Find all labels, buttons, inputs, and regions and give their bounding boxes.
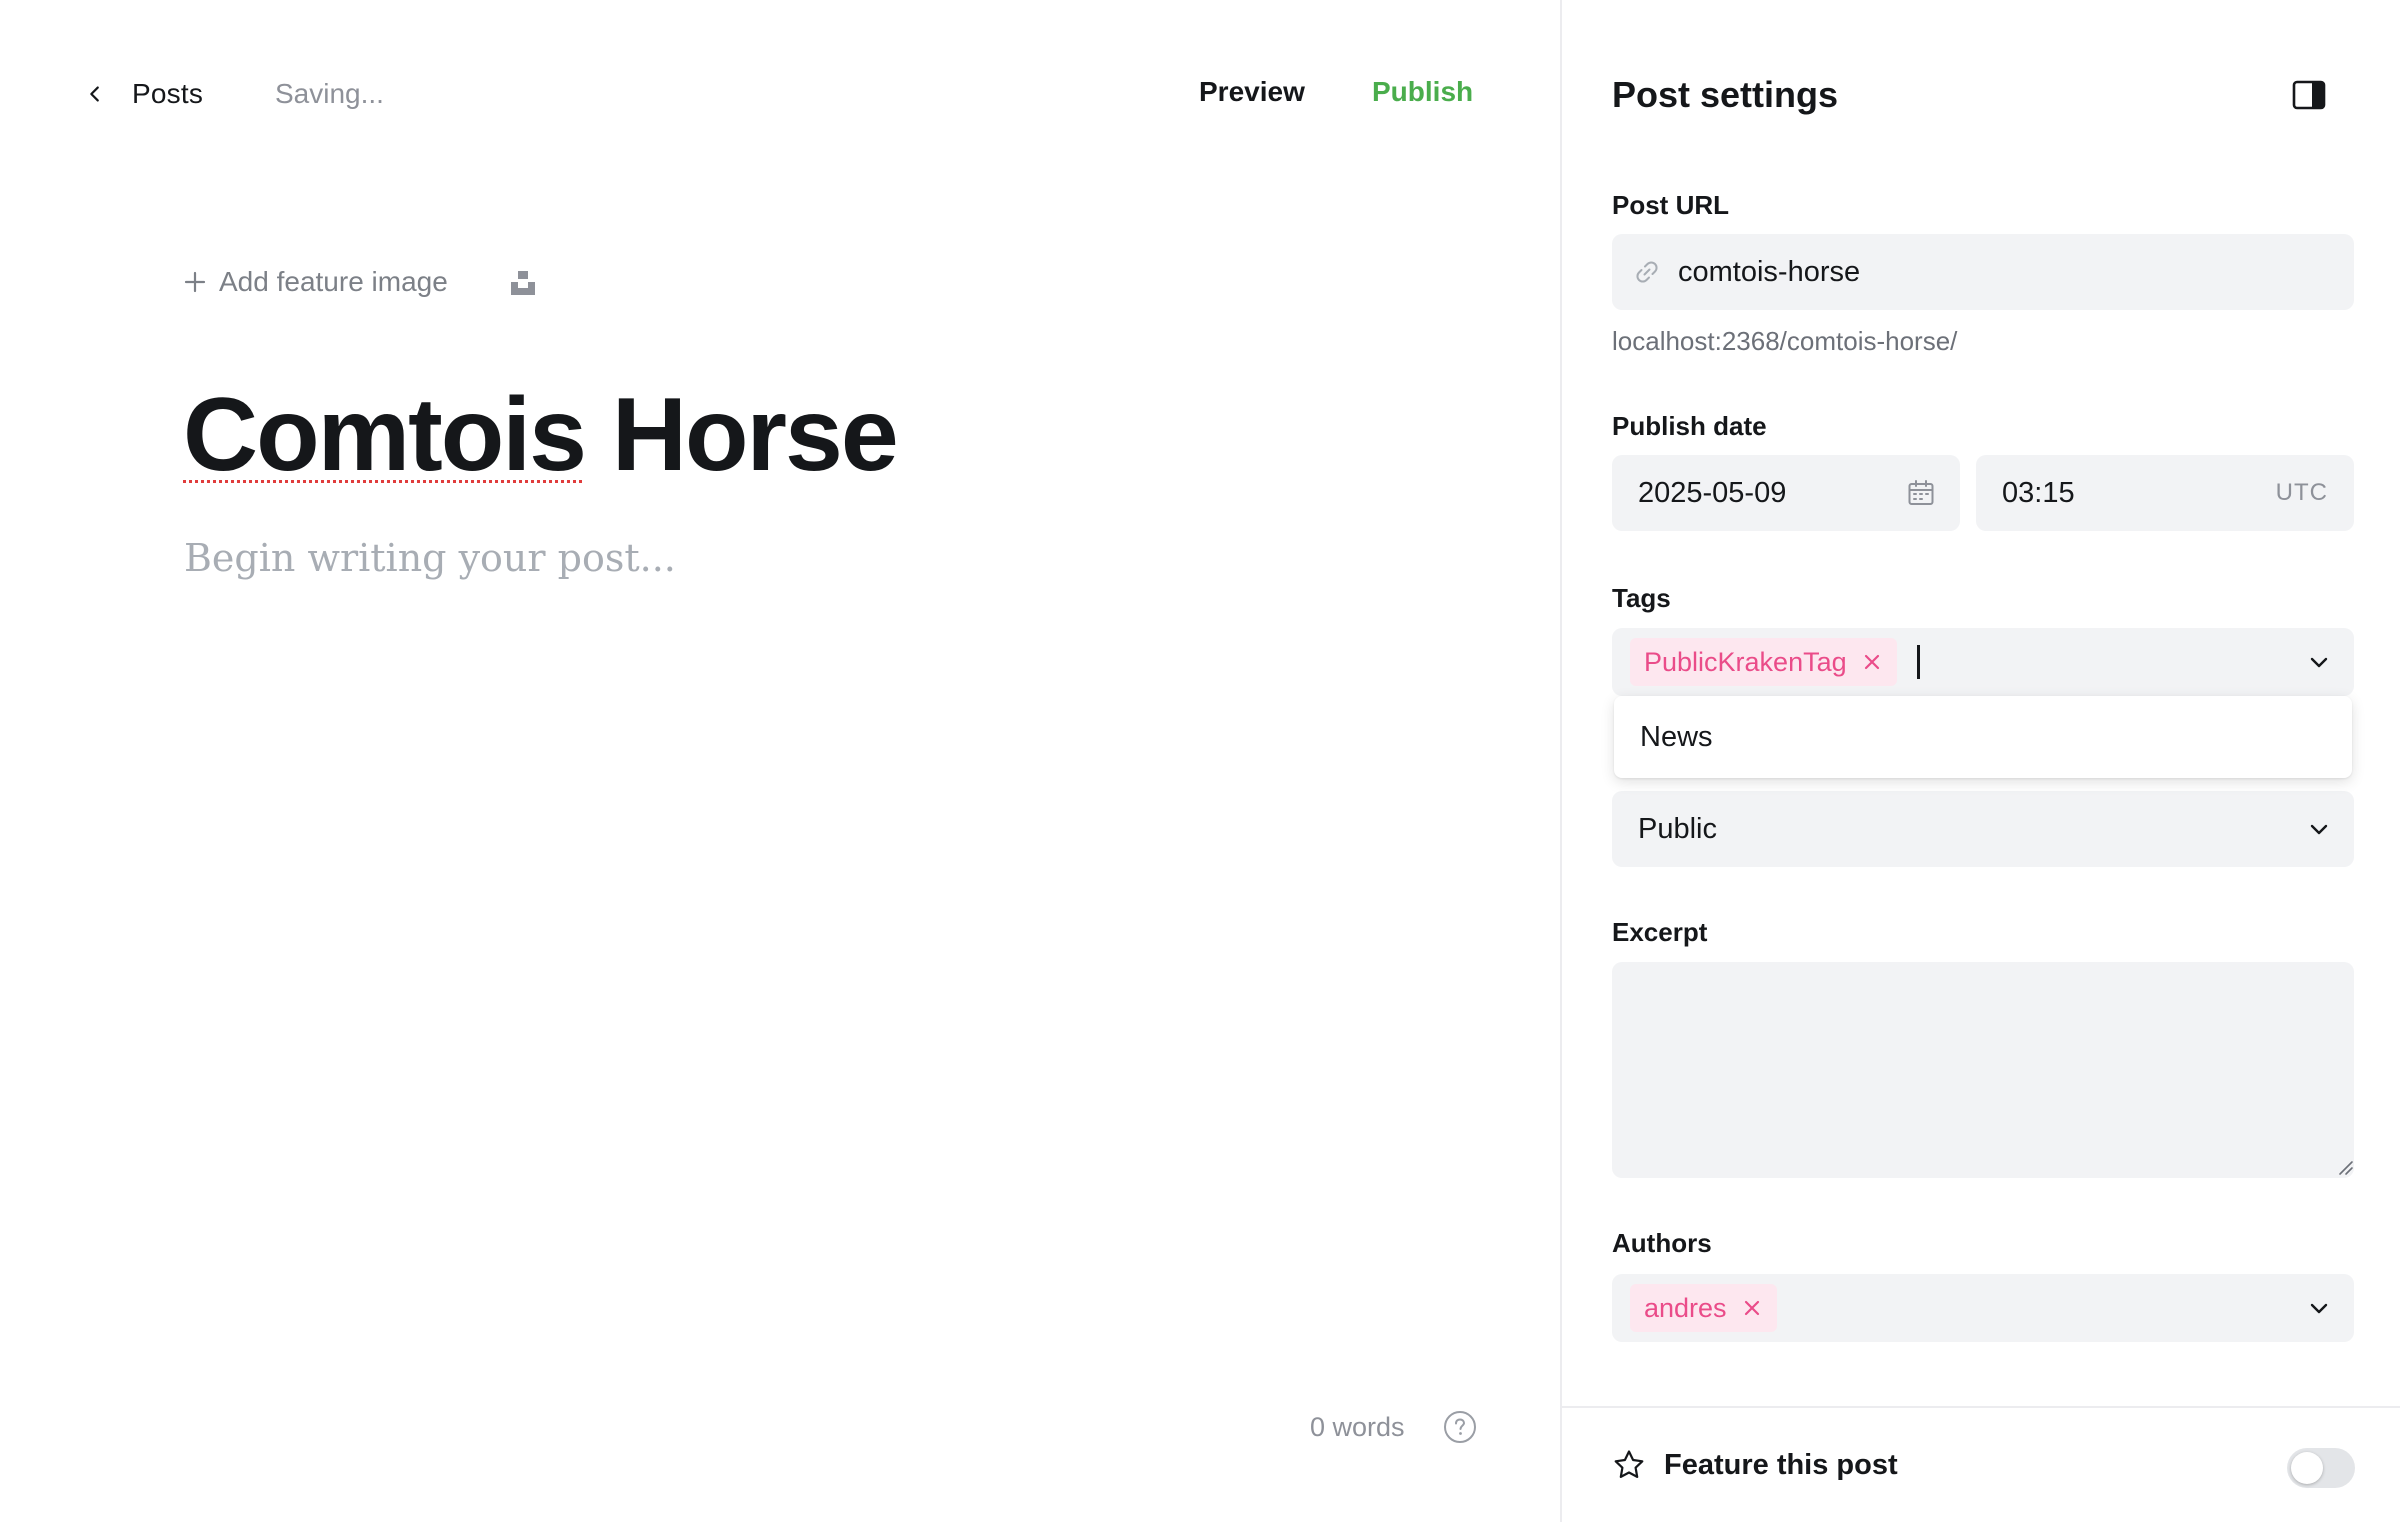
- publish-time-value: 03:15: [2002, 476, 2075, 509]
- toggle-knob: [2291, 1452, 2323, 1484]
- editor-topbar: Posts Saving... Preview Publish: [0, 0, 1560, 190]
- section-divider: [1562, 1406, 2400, 1408]
- post-access-select[interactable]: Public: [1612, 791, 2354, 867]
- authors-input[interactable]: andres: [1612, 1274, 2354, 1342]
- feature-post-label: Feature this post: [1664, 1448, 1898, 1481]
- unsplash-icon[interactable]: [508, 268, 538, 298]
- star-icon: [1614, 1450, 1644, 1478]
- authors-label: Authors: [1612, 1228, 1712, 1258]
- publish-date-label: Publish date: [1612, 411, 1767, 441]
- settings-title: Post settings: [1612, 74, 1839, 115]
- word-count: 0 words: [1310, 1412, 1405, 1442]
- close-icon[interactable]: [1861, 651, 1883, 673]
- post-title-rest: Horse: [585, 377, 899, 493]
- calendar-icon[interactable]: [1906, 478, 1936, 508]
- post-title[interactable]: Comtois Horse: [183, 376, 899, 495]
- publish-date-input[interactable]: 2025-05-09: [1612, 455, 1960, 531]
- timezone-label: UTC: [2275, 479, 2328, 506]
- save-status: Saving...: [275, 78, 384, 109]
- publish-date-value: 2025-05-09: [1638, 476, 1787, 509]
- post-url-preview: localhost:2368/comtois-horse/: [1612, 326, 1958, 356]
- excerpt-label: Excerpt: [1612, 917, 1708, 947]
- author-token-label: andres: [1644, 1292, 1727, 1323]
- chevron-left-icon: [90, 86, 99, 102]
- post-title-word-misspelled: Comtois: [183, 377, 587, 493]
- publish-time-input[interactable]: 03:15 UTC: [1976, 455, 2354, 531]
- plus-icon: [184, 271, 206, 293]
- resize-grip-icon[interactable]: [2336, 1158, 2354, 1176]
- post-settings-panel: Post settings Post URL comtois-horse loc…: [1560, 0, 2400, 1522]
- back-to-posts-link[interactable]: Posts: [84, 72, 203, 116]
- excerpt-textarea[interactable]: [1612, 962, 2354, 1178]
- chevron-down-icon[interactable]: [2306, 1295, 2332, 1321]
- post-url-input[interactable]: comtois-horse: [1612, 234, 2354, 310]
- tags-dropdown-option[interactable]: News: [1640, 721, 1713, 754]
- tags-dropdown: News: [1614, 696, 2352, 778]
- feature-post-row: Feature this post: [1612, 1448, 1898, 1482]
- post-access-value: Public: [1638, 812, 1717, 845]
- editor-pane: Posts Saving... Preview Publish Add feat…: [0, 0, 1560, 1522]
- tag-token-label: PublicKrakenTag: [1644, 646, 1847, 677]
- tag-token: PublicKrakenTag: [1630, 638, 1897, 686]
- preview-button[interactable]: Preview: [1199, 76, 1305, 108]
- author-token: andres: [1630, 1284, 1777, 1332]
- chevron-down-icon: [2310, 824, 2328, 835]
- add-feature-image-button[interactable]: Add feature image: [183, 266, 448, 298]
- chevron-down-icon[interactable]: [2306, 649, 2332, 675]
- feature-post-toggle[interactable]: [2287, 1448, 2355, 1488]
- back-link-label: Posts: [132, 78, 204, 109]
- post-url-value: comtois-horse: [1678, 255, 1861, 288]
- panel-icon[interactable]: [2292, 80, 2326, 110]
- publish-button[interactable]: Publish: [1372, 76, 1473, 108]
- help-icon[interactable]: [1443, 1410, 1477, 1444]
- add-feature-image-label: Add feature image: [219, 266, 448, 297]
- tags-label: Tags: [1612, 583, 1671, 613]
- link-icon: [1636, 261, 1658, 283]
- tags-input[interactable]: PublicKrakenTag: [1612, 628, 2354, 696]
- post-url-label: Post URL: [1612, 190, 1729, 220]
- post-body-editor[interactable]: Begin writing your post...: [184, 536, 676, 580]
- close-icon[interactable]: [1741, 1297, 1763, 1319]
- text-cursor: [1916, 645, 1920, 679]
